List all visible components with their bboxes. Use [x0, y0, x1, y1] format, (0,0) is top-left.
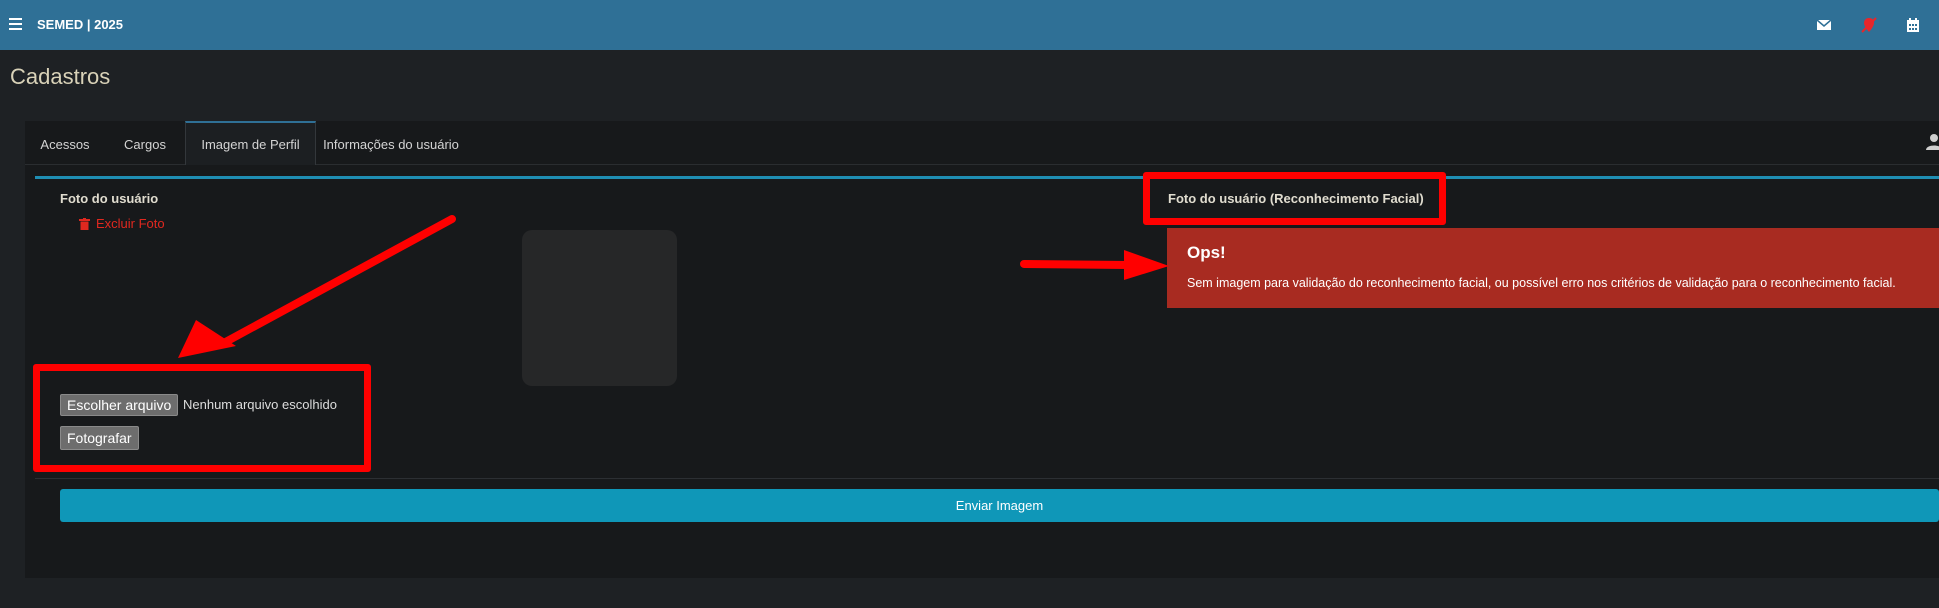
tab-bar: Acessos Cargos Imagem de Perfil Informaç… [25, 121, 1939, 165]
app-title: SEMED | 2025 [37, 17, 124, 32]
delete-photo-link[interactable]: Excluir Foto [79, 216, 165, 231]
alert-title: Ops! [1187, 243, 1226, 262]
user-photo-heading: Foto do usuário [60, 191, 159, 206]
hamburger-icon[interactable] [9, 18, 22, 30]
tab-informacoes-do-usuario[interactable]: Informações do usuário [316, 121, 466, 165]
delete-photo-label: Excluir Foto [96, 216, 165, 231]
profile-photo-placeholder [522, 230, 677, 386]
send-image-button[interactable]: Enviar Imagem [60, 489, 1939, 522]
profile-panel: Acessos Cargos Imagem de Perfil Informaç… [25, 121, 1939, 578]
user-icon[interactable] [1925, 133, 1939, 151]
no-location-icon[interactable] [1860, 16, 1878, 34]
envelope-icon[interactable] [1815, 16, 1833, 34]
top-navbar: SEMED | 2025 [0, 0, 1939, 50]
divider [35, 478, 1939, 479]
alert-message: Sem imagem para validação do reconhecime… [1187, 276, 1896, 290]
calendar-icon[interactable] [1904, 16, 1922, 34]
annotation-box-heading [1143, 172, 1446, 225]
error-alert: Ops! Sem imagem para validação do reconh… [1167, 228, 1939, 308]
tab-acessos[interactable]: Acessos [25, 121, 105, 165]
tab-imagem-de-perfil[interactable]: Imagem de Perfil [185, 121, 316, 165]
tab-cargos[interactable]: Cargos [105, 121, 185, 165]
trash-icon [79, 217, 90, 230]
annotation-box-upload [33, 364, 371, 472]
tab-content-border [35, 176, 1939, 179]
page-title: Cadastros [10, 64, 111, 89]
